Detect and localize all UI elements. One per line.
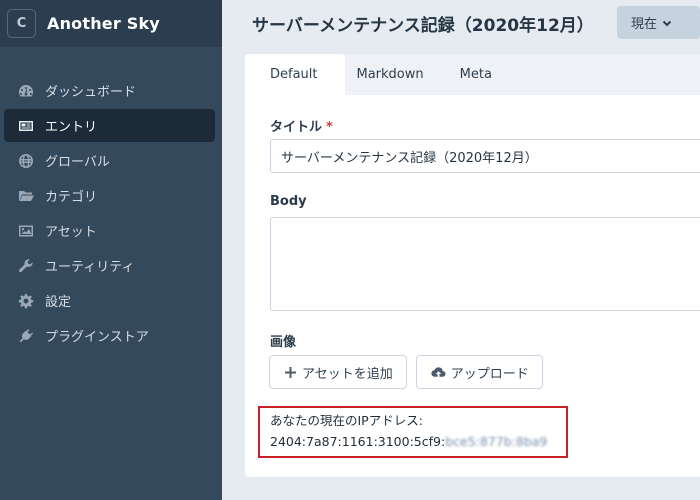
page-title: サーバーメンテナンス記録（2020年12月） (252, 16, 594, 36)
site-name: Another Sky (47, 14, 160, 33)
body-textarea[interactable] (270, 217, 700, 311)
sidebar-item-entries[interactable]: エントリ (4, 109, 215, 142)
sidebar-item-label: ユーティリティ (45, 260, 135, 275)
craft-logo: C (7, 9, 36, 38)
sidebar-item-label: プラグインストア (45, 330, 149, 345)
sidebar-item-utilities[interactable]: ユーティリティ (4, 249, 215, 282)
brand[interactable]: C Another Sky (0, 0, 222, 47)
sidebar-item-assets[interactable]: アセット (4, 214, 215, 247)
dashboard-icon (17, 83, 35, 99)
site-menu-label: 現在 (631, 17, 658, 32)
add-asset-button[interactable]: アセットを追加 (269, 355, 407, 389)
title-input[interactable]: サーバーメンテナンス記録（2020年12月） (270, 139, 700, 173)
body-label: Body (270, 194, 307, 209)
sidebar-item-dashboard[interactable]: ダッシュボード (4, 74, 215, 107)
plug-icon (17, 328, 35, 344)
globe-icon (17, 153, 35, 169)
ip-address: 2404:7a87:1161:3100:5cf9:bce5:877b:8ba9 (270, 434, 548, 449)
ip-masked: bce5:877b:8ba9 (445, 434, 548, 449)
sidebar-item-label: ダッシュボード (45, 85, 137, 100)
ip-address-notice: あなたの現在のIPアドレス: 2404:7a87:1161:3100:5cf9:… (258, 406, 568, 458)
title-label: タイトル * (270, 120, 333, 135)
tab-meta[interactable]: Meta (446, 54, 511, 95)
sidebar-item-label: 設定 (45, 295, 72, 310)
sidebar-item-categories[interactable]: カテゴリ (4, 179, 215, 212)
image-actions: アセットを追加 アップロード (269, 355, 552, 389)
sidebar-nav: ダッシュボード エントリ グローバル カテゴリ アセット ユーティリティ 設定 (0, 74, 222, 354)
sidebar-item-label: グローバル (45, 155, 110, 170)
image-icon (17, 223, 35, 239)
cloud-upload-icon (431, 366, 446, 377)
wrench-icon (17, 258, 35, 274)
tab-default[interactable]: Default (245, 54, 345, 95)
sidebar-item-plugin-store[interactable]: プラグインストア (4, 319, 215, 352)
sidebar-item-label: エントリ (45, 120, 98, 135)
gear-icon (17, 293, 35, 309)
sidebar-item-settings[interactable]: 設定 (4, 284, 215, 317)
plus-icon (285, 366, 296, 378)
tab-markdown[interactable]: Markdown (345, 54, 446, 95)
sidebar-item-label: アセット (45, 225, 97, 240)
ip-label: あなたの現在のIPアドレス: (270, 413, 423, 428)
tab-bar: Default Markdown Meta (245, 54, 700, 95)
site-menu-button[interactable]: 現在 (617, 6, 700, 39)
chevron-down-icon (662, 20, 672, 26)
folder-icon (17, 188, 35, 204)
entry-editor-panel: Default Markdown Meta タイトル * サーバーメンテナンス記録… (245, 54, 700, 477)
sidebar-item-globals[interactable]: グローバル (4, 144, 215, 177)
newspaper-icon (17, 118, 35, 134)
image-label: 画像 (270, 335, 297, 350)
upload-button[interactable]: アップロード (415, 355, 543, 389)
sidebar-item-label: カテゴリ (45, 190, 98, 205)
required-mark: * (326, 120, 333, 135)
sidebar: C Another Sky ダッシュボード エントリ グローバル カテゴリ アセ… (0, 0, 222, 500)
